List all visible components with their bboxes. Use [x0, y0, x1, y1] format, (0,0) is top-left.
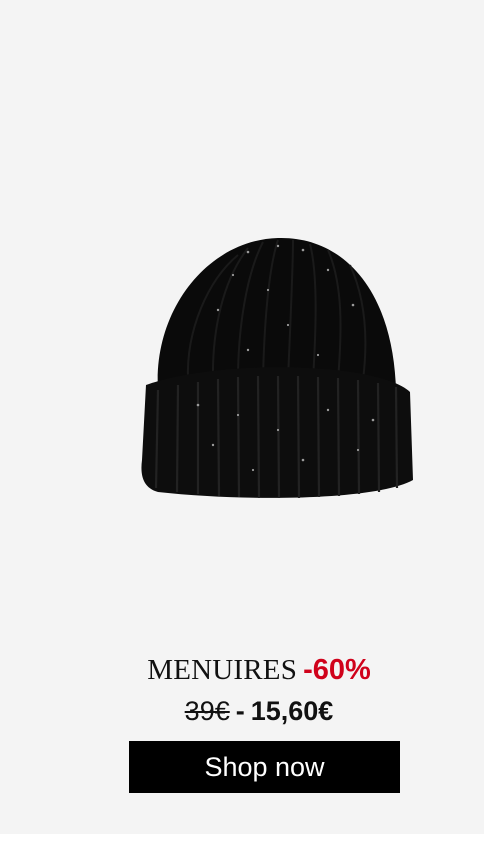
- beanie-image[interactable]: [128, 230, 428, 510]
- old-price: 39€: [184, 696, 230, 726]
- discount-badge: -60%: [303, 654, 371, 686]
- new-price: 15,60€: [250, 696, 334, 726]
- product-title: MENUIRES -60%: [0, 652, 486, 688]
- price-row: 39€ -15,60€: [0, 694, 486, 728]
- price-separator: -: [235, 696, 245, 726]
- product-card: MENUIRES -60% 39€ -15,60€ Shop now: [0, 0, 484, 834]
- product-name: MENUIRES: [147, 654, 298, 686]
- shop-now-button[interactable]: Shop now: [129, 741, 400, 793]
